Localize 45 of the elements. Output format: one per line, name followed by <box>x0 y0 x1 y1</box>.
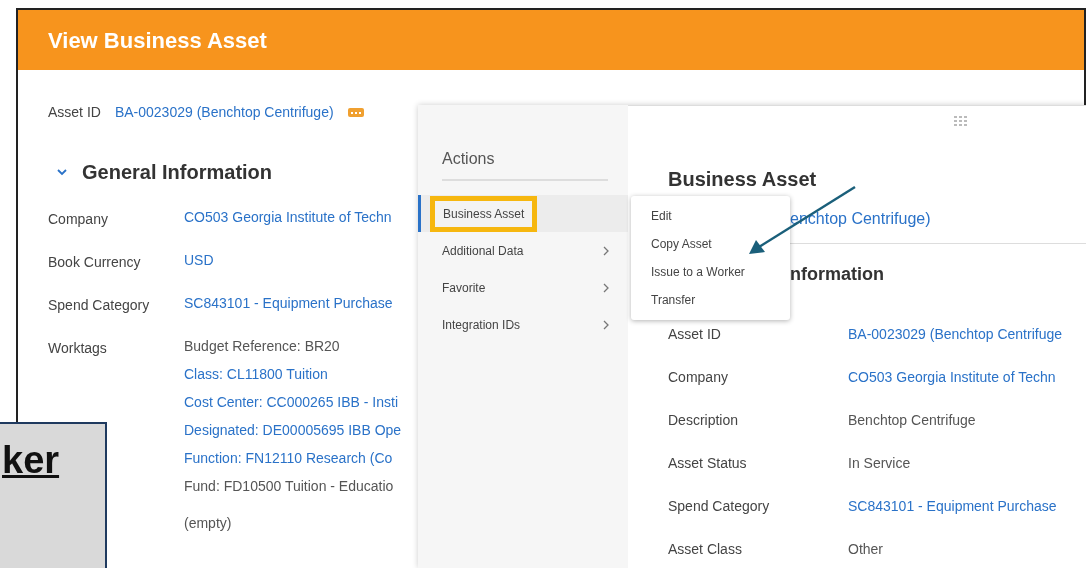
menu-title: Actions <box>442 147 608 181</box>
submenu-item[interactable]: Copy Asset <box>631 230 790 258</box>
chevron-down-icon[interactable] <box>56 166 68 178</box>
drag-handle-icon[interactable] <box>954 116 967 126</box>
field-label: Asset ID <box>668 326 721 342</box>
related-actions-icon[interactable] <box>347 108 364 117</box>
field-label: Asset Status <box>668 455 747 471</box>
field-value: Budget Reference: BR20 <box>184 337 341 356</box>
menu-item[interactable]: Business Asset <box>418 195 628 232</box>
field-value: (empty) <box>184 514 232 533</box>
field-label: Description <box>668 412 739 428</box>
field-link[interactable]: Class: CL11800 Tuition <box>184 364 402 385</box>
field-label: Book Currency <box>48 254 141 270</box>
field-link[interactable]: BA-0023029 (Benchtop Centrifuge <box>848 326 1063 342</box>
field-link[interactable]: Cost Center: CC000265 IBB - Insti <box>184 392 402 413</box>
menu-item[interactable]: Integration IDs <box>418 306 628 343</box>
field-link[interactable]: Designated: DE00005695 IBB Ope <box>184 420 402 441</box>
field-value: Other <box>848 541 883 557</box>
asset-link[interactable]: BA-0023029 (Benchtop Centrifuge) <box>114 102 334 123</box>
submenu-item[interactable]: Edit <box>631 202 790 230</box>
menu-item[interactable]: Additional Data <box>418 232 628 269</box>
field-link[interactable]: USD <box>184 250 214 271</box>
field-link[interactable]: SC843101 - Equipment Purchase <box>184 293 393 314</box>
field-link[interactable]: CO503 Georgia Institute of Techn <box>848 369 1056 385</box>
menu-item[interactable]: Favorite <box>418 269 628 306</box>
callout-text: ker <box>2 438 60 483</box>
field-label: Asset Class <box>668 541 742 557</box>
field-link[interactable]: SC843101 - Equipment Purchase <box>848 498 1057 514</box>
panel-title: Business Asset <box>668 167 818 192</box>
page-title: View Business Asset <box>48 26 267 55</box>
field-value: In Service <box>848 455 911 471</box>
field-label: Asset ID <box>48 103 101 122</box>
field-label: Worktags <box>48 340 107 356</box>
field-label: Company <box>668 369 728 385</box>
field-label: Company <box>48 211 108 227</box>
submenu-item[interactable]: Issue to a Worker <box>631 258 790 286</box>
section-title: General Information <box>82 160 273 185</box>
field-label: Spend Category <box>48 297 150 313</box>
submenu-item[interactable]: Transfer <box>631 286 790 314</box>
field-value: Benchtop Centrifuge <box>848 412 976 428</box>
field-label: Spend Category <box>668 498 770 514</box>
field-link[interactable]: Function: FN12110 Research (Co <box>184 448 402 469</box>
field-value: Fund: FD10500 Tuition - Educatio <box>184 477 395 496</box>
field-link[interactable]: CO503 Georgia Institute of Techn <box>184 207 392 228</box>
section-title: nformation <box>790 263 884 286</box>
